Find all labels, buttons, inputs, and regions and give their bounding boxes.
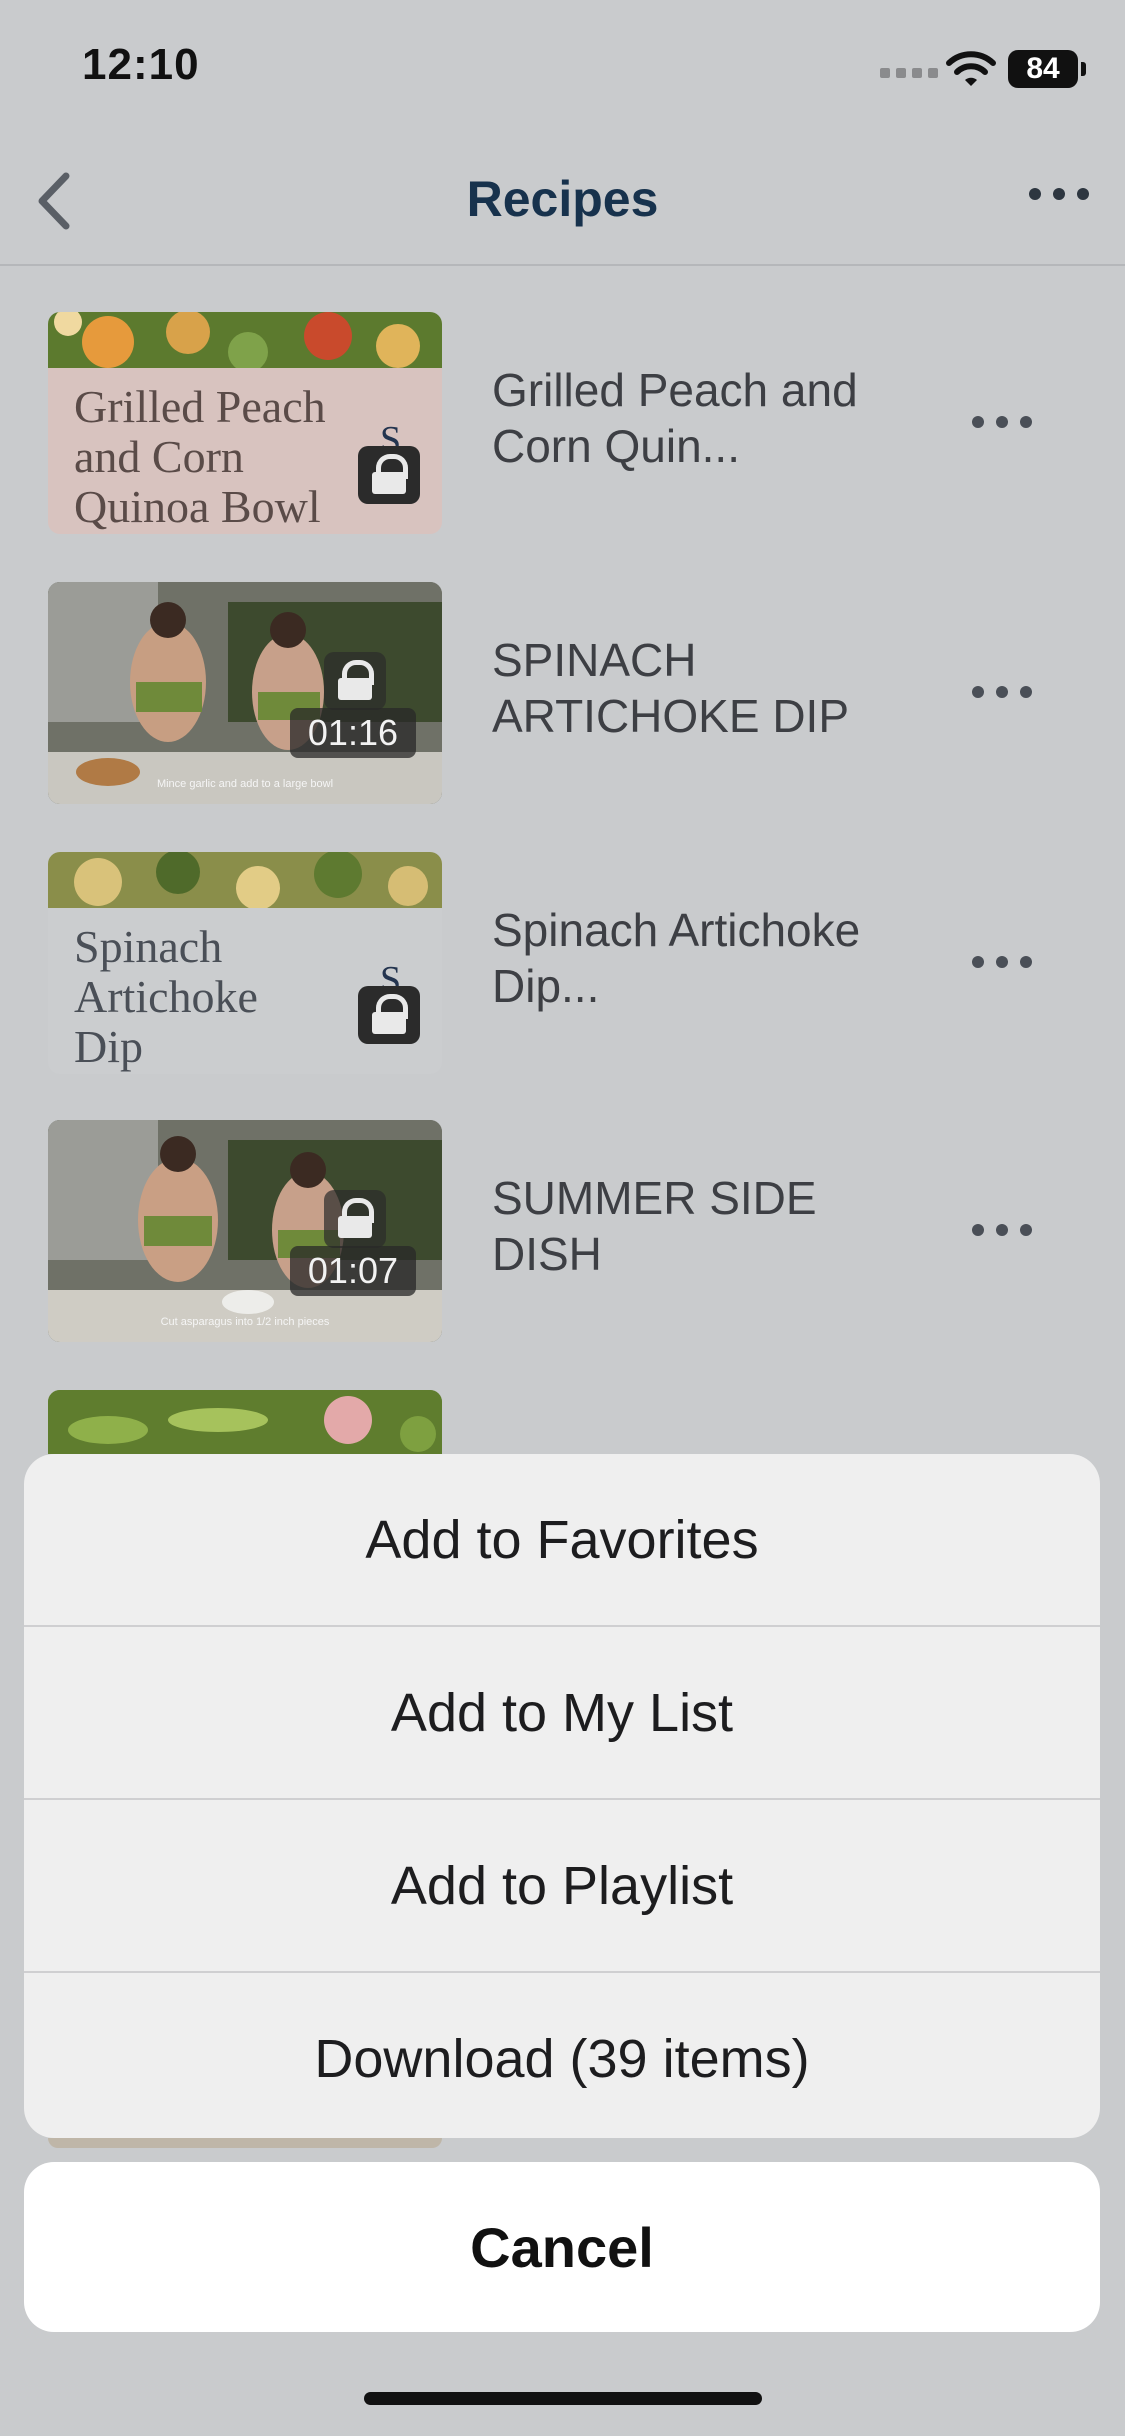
list-item[interactable]: Spinach Artichoke Dip S Spinach Artichok… [48,852,1088,1074]
cancel-button[interactable]: Cancel [24,2162,1100,2332]
video-thumbnail: 01:07 Cut asparagus into 1/2 inch pieces [48,1120,442,1342]
video-duration: 01:16 [289,708,416,758]
battery-level: 84 [1026,52,1060,85]
home-indicator[interactable] [364,2392,762,2405]
navigation-bar: Recipes [0,140,1125,266]
status-bar: 12:10 84 [0,0,1125,140]
item-more-icon[interactable] [972,686,1032,698]
thumbnail-text: Spinach Artichoke Dip [74,921,258,1072]
item-title: Grilled Peach and Corn Quin... [492,364,858,472]
list-item[interactable]: 01:16 Mince garlic and add to a large bo… [48,582,1088,804]
item-title: SPINACH ARTICHOKE DIP [492,634,849,742]
item-more-icon[interactable] [972,1224,1032,1236]
download-button[interactable]: Download (39 items) [24,1973,1100,2138]
recipe-thumbnail: Spinach Artichoke Dip S [48,852,442,1074]
partial-thumbnail-edge [48,2138,442,2148]
item-title: Spinach Artichoke Dip... [492,904,861,1012]
cellular-signal-icon [880,68,938,78]
add-to-playlist-button[interactable]: Add to Playlist [24,1800,1100,1973]
add-to-favorites-button[interactable]: Add to Favorites [24,1454,1100,1627]
add-to-my-list-button[interactable]: Add to My List [24,1627,1100,1800]
list-item[interactable]: Grilled Peach and Corn Quinoa Bowl S Gri… [48,312,1088,534]
lock-icon [324,652,386,710]
salad-photo [48,312,442,368]
item-title: SUMMER SIDE DISH [492,1172,817,1280]
video-caption: Mince garlic and add to a large bowl [156,778,334,790]
recipe-thumbnail: Grilled Peach and Corn Quinoa Bowl S [48,312,442,534]
more-options-icon[interactable] [1029,188,1089,200]
item-more-icon[interactable] [972,416,1032,428]
video-caption: Cut asparagus into 1/2 inch pieces [160,1316,330,1328]
thumbnail-text: Grilled Peach and Corn Quinoa Bowl [74,381,326,532]
item-more-icon[interactable] [972,956,1032,968]
status-time: 12:10 [82,40,200,89]
partial-thumbnail [48,1390,442,1454]
list-item[interactable]: 01:07 Cut asparagus into 1/2 inch pieces… [48,1120,1088,1342]
action-sheet: Add to Favorites Add to My List Add to P… [24,1454,1100,2138]
lock-icon [358,986,420,1044]
battery-icon: 84 [1008,50,1086,88]
wifi-icon [946,51,996,86]
lock-icon [324,1190,386,1248]
video-duration: 01:07 [289,1246,416,1296]
page-title: Recipes [466,171,659,227]
dip-photo [48,852,442,908]
lock-icon [358,446,420,504]
video-thumbnail: 01:16 Mince garlic and add to a large bo… [48,582,442,804]
